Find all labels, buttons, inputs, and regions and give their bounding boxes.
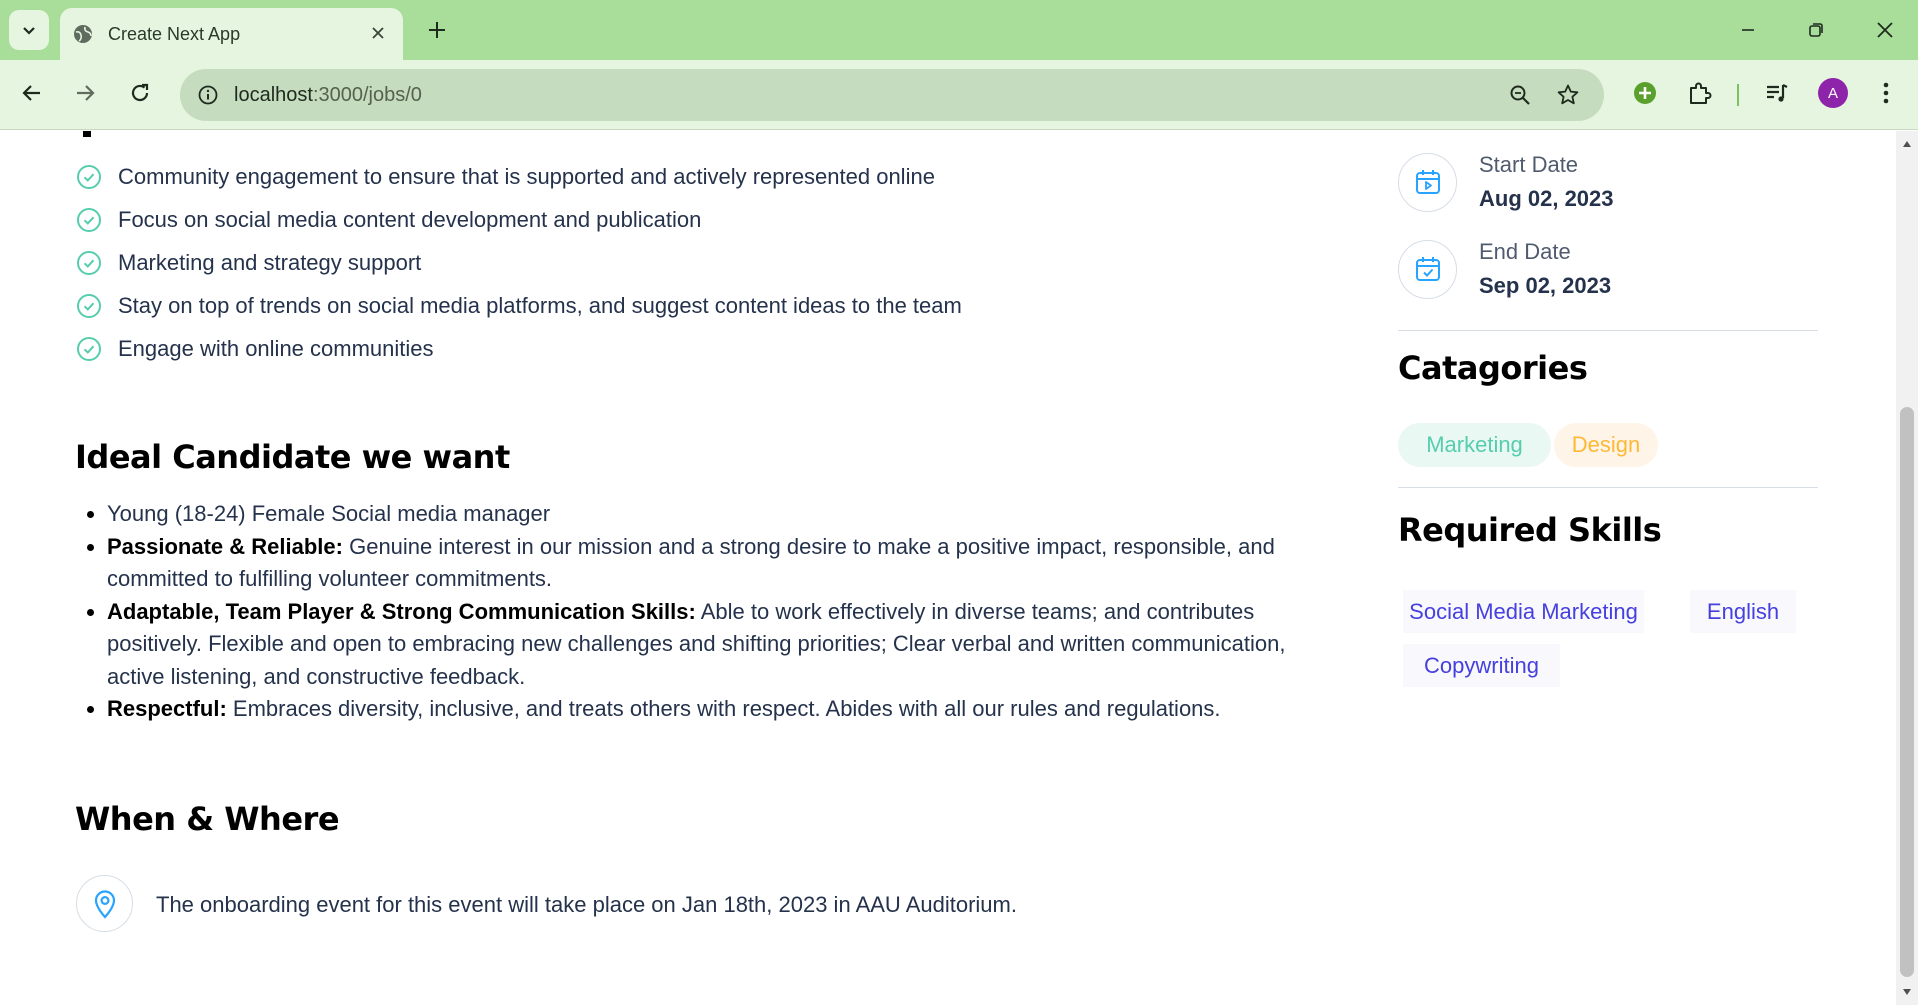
candidate-item: Adaptable, Team Player & Strong Communic… [107, 596, 1337, 694]
responsibility-item: Focus on social media content developmen… [76, 198, 962, 241]
location-pin-icon [76, 875, 133, 932]
scrollbar-thumb[interactable] [1900, 407, 1914, 977]
candidate-item: Passionate & Reliable: Genuine interest … [107, 531, 1337, 596]
start-date-label: Start Date [1479, 152, 1579, 177]
ideal-candidate-heading: Ideal Candidate we want [75, 438, 510, 476]
check-circle-icon [77, 336, 101, 361]
candidate-item-text: Young (18-24) Female Social media manage… [107, 501, 551, 526]
avatar: A [1818, 78, 1848, 108]
restore-icon [1809, 23, 1823, 37]
browser-toolbar: localhost:3000/jobs/0 A [0, 60, 1918, 130]
check-circle-icon [77, 207, 101, 232]
profile-avatar[interactable]: A [1813, 73, 1853, 113]
new-tab-button[interactable] [420, 13, 454, 47]
skill-tag: Social Media Marketing [1403, 590, 1644, 633]
address-bar[interactable]: localhost:3000/jobs/0 [180, 69, 1604, 121]
url-text[interactable]: localhost:3000/jobs/0 [234, 84, 422, 107]
arrow-right-icon [77, 85, 95, 101]
chevron-down-icon [23, 27, 35, 35]
start-date-row: Start Date Aug 02, 2023 [1398, 150, 1614, 214]
candidate-item-title: Respectful: [107, 696, 227, 721]
extension-plus-icon[interactable] [1625, 73, 1665, 113]
candidate-item: Young (18-24) Female Social media manage… [107, 498, 1337, 531]
reload-button[interactable] [120, 73, 160, 113]
responsibility-item: Stay on top of trends on social media pl… [76, 284, 962, 327]
toolbar-divider [1737, 84, 1739, 106]
reload-icon [131, 83, 149, 102]
sidebar-divider [1398, 330, 1818, 331]
page-scrollbar[interactable] [1896, 131, 1918, 1005]
close-icon [1877, 22, 1893, 38]
menu-button[interactable] [1866, 73, 1906, 113]
candidate-item: Respectful: Embraces diversity, inclusiv… [107, 693, 1337, 726]
plus-icon [429, 22, 445, 38]
site-info-icon[interactable] [190, 77, 226, 113]
required-skills-heading: Required Skills [1398, 511, 1662, 549]
scroll-down-arrow-icon[interactable] [1896, 983, 1918, 1001]
back-button[interactable] [12, 73, 52, 113]
check-circle-icon [77, 164, 101, 189]
responsibility-text: Marketing and strategy support [118, 249, 422, 275]
start-date-value: Aug 02, 2023 [1479, 186, 1614, 211]
responsibility-text: Engage with online communities [118, 335, 434, 361]
candidate-item-text: Embraces diversity, inclusive, and treat… [226, 696, 1221, 721]
category-chip-marketing: Marketing [1398, 423, 1551, 467]
extensions-puzzle-icon[interactable] [1679, 73, 1719, 113]
candidate-item-title: Passionate & Reliable: [107, 533, 343, 559]
candidate-item-title: Adaptable, Team Player & Strong Communic… [107, 598, 696, 624]
close-window-button[interactable] [1855, 8, 1915, 52]
browser-tab[interactable]: Create Next App [60, 8, 403, 60]
responsibility-item: Engage with online communities [76, 327, 962, 370]
cut-off-heading [75, 131, 105, 146]
bookmark-star-icon[interactable] [1550, 77, 1586, 113]
ideal-candidate-list: Young (18-24) Female Social media manage… [107, 498, 1337, 726]
responsibility-text: Community engagement to ensure that is s… [118, 163, 935, 189]
forward-button[interactable] [65, 73, 105, 113]
categories-heading: Catagories [1398, 349, 1588, 387]
calendar-play-icon [1398, 152, 1457, 212]
end-date-row: End Date Sep 02, 2023 [1398, 237, 1611, 301]
when-where-heading: When & Where [75, 800, 340, 838]
responsibility-item: Marketing and strategy support [76, 241, 962, 284]
restore-button[interactable] [1786, 8, 1846, 52]
skill-tag: English [1690, 590, 1796, 633]
tab-title: Create Next App [108, 23, 241, 44]
skill-tag: Copywriting [1403, 644, 1560, 687]
check-circle-icon [77, 250, 101, 275]
end-date-value: Sep 02, 2023 [1479, 273, 1612, 298]
browser-tabstrip: Create Next App [0, 0, 1918, 60]
category-chip-design: Design [1554, 423, 1658, 467]
responsibilities-list: Community engagement to ensure that is s… [76, 155, 962, 370]
end-date-label: End Date [1479, 239, 1571, 264]
minimize-button[interactable] [1718, 8, 1778, 52]
sidebar-divider [1398, 487, 1818, 488]
more-vertical-icon [1883, 82, 1889, 104]
media-queue-icon[interactable] [1757, 73, 1797, 113]
globe-icon [72, 23, 94, 45]
responsibility-item: Community engagement to ensure that is s… [76, 155, 962, 198]
location-text: The onboarding event for this event will… [156, 892, 1017, 917]
check-circle-icon [77, 293, 101, 318]
scroll-up-arrow-icon[interactable] [1896, 135, 1918, 153]
tab-search-button[interactable] [9, 10, 49, 50]
minimize-icon [1742, 29, 1754, 31]
calendar-check-icon [1398, 239, 1457, 299]
zoom-icon[interactable] [1502, 77, 1538, 113]
responsibility-text: Focus on social media content developmen… [118, 206, 702, 232]
close-tab-icon[interactable] [365, 20, 391, 46]
location-row [76, 875, 133, 932]
page-viewport: Community engagement to ensure that is s… [0, 131, 1896, 1005]
responsibility-text: Stay on top of trends on social media pl… [118, 292, 962, 318]
arrow-left-icon [22, 85, 40, 101]
